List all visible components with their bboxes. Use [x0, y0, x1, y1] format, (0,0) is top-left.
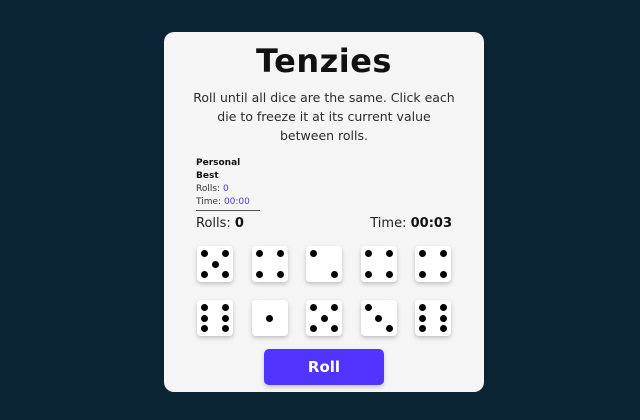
personal-best-rolls-value: 0: [222, 184, 229, 194]
die-pip: [385, 325, 393, 332]
die-pip: [310, 250, 317, 257]
die-pip: [440, 325, 447, 332]
rolls-counter: Rolls: 0: [196, 216, 244, 231]
die-pip: [201, 304, 208, 311]
die-pip: [266, 314, 273, 322]
die-pip: [222, 325, 229, 332]
die[interactable]: [360, 246, 397, 282]
die-pip: [440, 271, 447, 278]
die[interactable]: [306, 246, 342, 282]
die-pip: [201, 271, 208, 278]
die-pip: [331, 271, 338, 278]
time-counter: Time: 00:03: [370, 216, 452, 231]
die-pip: [201, 325, 208, 332]
die-pip: [276, 271, 284, 278]
game-instructions: Roll until all dice are the same. Click …: [193, 90, 455, 143]
game-title: Tenzies: [256, 42, 392, 80]
die-pip: [385, 271, 393, 278]
die-pip: [320, 314, 328, 322]
dice-grid: [197, 246, 451, 336]
die-pip: [222, 304, 229, 311]
die-pip: [375, 314, 382, 322]
rolls-value: 0: [234, 216, 244, 231]
die[interactable]: [251, 246, 288, 282]
roll-button[interactable]: Roll: [264, 349, 384, 385]
die-pip: [364, 250, 372, 257]
die[interactable]: [197, 300, 233, 336]
personal-best-heading: Personal Best: [196, 158, 241, 181]
die-pip: [419, 325, 426, 332]
die-pip: [255, 250, 263, 257]
personal-best-time-label: Time:: [196, 197, 222, 207]
die-pip: [419, 314, 426, 322]
die[interactable]: [251, 300, 288, 336]
die-pip: [364, 271, 372, 278]
die-pip: [419, 271, 426, 278]
die-pip: [419, 304, 426, 311]
die-pip: [331, 325, 338, 332]
personal-best-time-value: 00:00: [223, 197, 250, 207]
rolls-label: Rolls:: [196, 216, 231, 231]
personal-best-panel: Personal Best Rolls: 0 Time: 00:00: [196, 157, 260, 211]
die-pip: [310, 325, 317, 332]
die[interactable]: [197, 246, 233, 282]
die-pip: [276, 250, 284, 257]
die-pip: [201, 314, 208, 322]
die-pip: [222, 250, 229, 257]
personal-best-rolls: Rolls: 0: [196, 183, 260, 196]
personal-best-time: Time: 00:00: [196, 196, 260, 209]
die-pip: [419, 250, 426, 257]
die-pip: [440, 314, 447, 322]
die-pip: [255, 271, 263, 278]
die-pip: [222, 314, 229, 322]
die-pip: [440, 250, 447, 257]
time-label: Time:: [370, 216, 407, 231]
die[interactable]: [360, 300, 397, 336]
time-value: 00:03: [410, 216, 452, 231]
die-pip: [364, 304, 372, 311]
personal-best-rolls-label: Rolls:: [196, 184, 221, 194]
die-pip: [222, 271, 229, 278]
die-pip: [331, 304, 338, 311]
die-pip: [211, 260, 219, 268]
die-pip: [385, 250, 393, 257]
die[interactable]: [306, 300, 342, 336]
die[interactable]: [415, 246, 451, 282]
die[interactable]: [415, 300, 451, 336]
die-pip: [440, 304, 447, 311]
die-pip: [310, 304, 317, 311]
die-pip: [201, 250, 208, 257]
game-card: Tenzies Roll until all dice are the same…: [164, 32, 484, 392]
